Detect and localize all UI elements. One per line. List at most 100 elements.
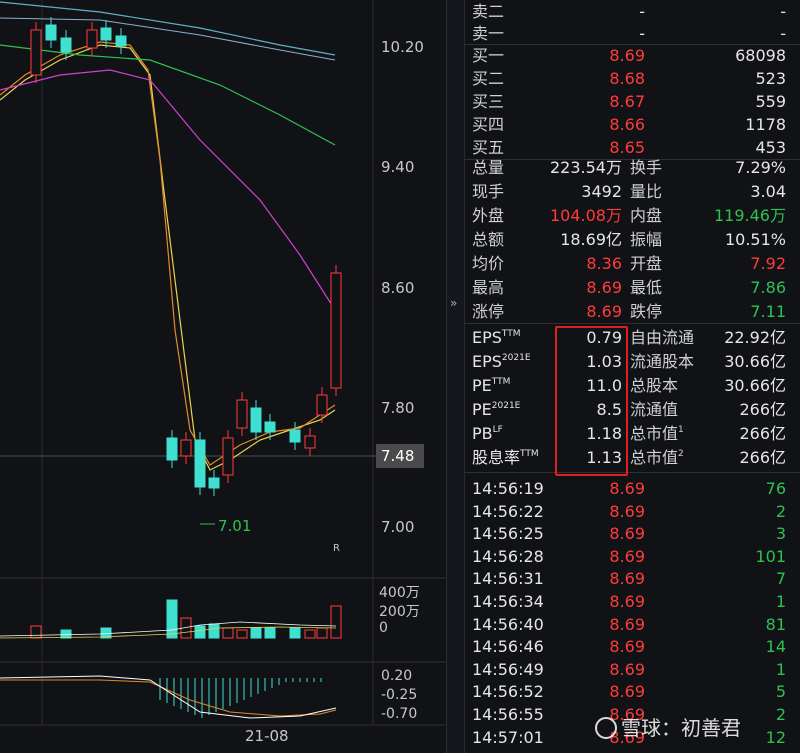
tick-volume: 14 [765, 637, 786, 657]
tick-row[interactable]: 14:56:40 8.69 81 [465, 613, 800, 637]
candle-down [60, 37, 72, 53]
kline-chart-canvas[interactable] [0, 0, 446, 753]
volume-bar [166, 599, 178, 639]
tick-row[interactable]: 14:56:52 8.69 5 [465, 680, 800, 704]
candle-up [30, 29, 42, 76]
candle-down [166, 437, 178, 461]
highlight-box [555, 326, 628, 476]
stat-label: 开盘 [630, 254, 663, 273]
tick-time: 14:56:40 [472, 614, 544, 634]
stat-label: 跌停 [630, 302, 663, 321]
bid-label: 买四 [472, 115, 505, 134]
volume-bar [264, 627, 276, 639]
macd-dif-line [0, 675, 337, 719]
tick-row[interactable]: 14:56:28 8.69 101 [465, 545, 800, 569]
candle-down [264, 421, 276, 433]
metric-label: 自由流通 [630, 328, 695, 347]
bid-price: 8.67 [609, 92, 645, 111]
tick-price: 8.69 [609, 569, 645, 589]
candle-down [289, 429, 301, 443]
candle-up [222, 437, 234, 476]
volume-bar [289, 627, 301, 639]
tick-row[interactable]: 14:56:46 8.69 14 [465, 635, 800, 659]
snowball-logo-icon [595, 717, 617, 739]
bid-label: 买三 [472, 92, 505, 111]
divider [465, 472, 800, 473]
metric-value: 266亿 [739, 448, 786, 467]
tick-price: 8.69 [609, 524, 645, 544]
current-price-marker: 7.48 [376, 444, 424, 468]
metric-label: 总市值1 [630, 424, 684, 443]
macd-axis-label: -0.70 [381, 706, 418, 722]
stat-value: 3.04 [750, 182, 786, 201]
tick-volume: 81 [765, 614, 786, 634]
candle-up [86, 29, 98, 49]
order-book-ask-row[interactable]: 卖二 - - [465, 0, 800, 24]
macd-axis-label: -0.25 [381, 687, 418, 703]
metric-label: EPS2021E [472, 352, 531, 371]
tick-row[interactable]: 14:56:34 8.69 1 [465, 590, 800, 614]
stats-row: 最高 8.69 最低 7.86 [465, 276, 800, 300]
order-book-bid-row[interactable]: 买一 8.69 68098 [465, 44, 800, 68]
metric-label: EPSTTM [472, 328, 521, 347]
order-book-bid-row[interactable]: 买四 8.66 1178 [465, 113, 800, 137]
fundamentals-row: PBLF 1.18 总市值1 266亿 [465, 422, 800, 446]
stat-value: 104.08万 [550, 206, 622, 225]
stat-value: 3492 [581, 182, 622, 201]
fundamentals-row: PETTM 11.0 总股本 30.66亿 [465, 374, 800, 398]
stat-value: 223.54万 [550, 158, 622, 177]
metric-label: 总市值2 [630, 448, 684, 467]
double-chevron-right-icon[interactable]: » [450, 296, 457, 310]
metric-value: 30.66亿 [724, 376, 786, 395]
stat-value: 8.36 [586, 254, 622, 273]
tick-row[interactable]: 14:56:25 8.69 3 [465, 522, 800, 546]
expand-panel-toggle[interactable]: » [446, 0, 465, 753]
tick-time: 14:56:22 [472, 501, 544, 521]
stat-value: 7.92 [750, 254, 786, 273]
kline-chart[interactable]: 10.20 9.40 8.60 7.80 7.00 7.48 7.01 R 40… [0, 0, 446, 753]
candle-down [250, 407, 262, 433]
tick-volume: 5 [775, 682, 786, 702]
divider [465, 323, 800, 324]
bid-price: 8.66 [609, 115, 645, 134]
stat-label: 外盘 [472, 206, 505, 225]
stat-label: 最低 [630, 278, 663, 297]
candle-down [100, 27, 112, 41]
ask-label: 卖一 [472, 24, 505, 43]
candle-up [180, 439, 192, 457]
tick-price: 8.69 [609, 546, 645, 566]
fundamentals-row: PE2021E 8.5 流通值 266亿 [465, 398, 800, 422]
ask-price: - [639, 24, 645, 43]
stat-label: 现手 [472, 182, 505, 201]
tick-row[interactable]: 14:56:49 8.69 1 [465, 658, 800, 682]
macd-dea-line [0, 679, 337, 717]
fundamentals-row: 股息率TTM 1.13 总市值2 266亿 [465, 446, 800, 470]
metric-label: 总股本 [630, 376, 679, 395]
ask-price: - [639, 2, 645, 21]
tick-time: 14:56:49 [472, 659, 544, 679]
stat-label: 内盘 [630, 206, 663, 225]
tick-row[interactable]: 14:56:22 8.69 2 [465, 500, 800, 524]
metric-value: 266亿 [739, 424, 786, 443]
order-book-bid-row[interactable]: 买三 8.67 559 [465, 90, 800, 114]
bid-price: 8.68 [609, 69, 645, 88]
tick-row[interactable]: 14:56:31 8.69 7 [465, 567, 800, 591]
stats-row: 总额 18.69亿 振幅 10.51% [465, 228, 800, 252]
tick-volume: 3 [775, 524, 786, 544]
tick-volume: 2 [775, 705, 786, 724]
bid-volume: 1178 [745, 115, 786, 134]
tick-price: 8.69 [609, 637, 645, 657]
candle-up [236, 399, 248, 429]
metric-label: 流通股本 [630, 352, 695, 371]
order-book-bid-row[interactable]: 买二 8.68 523 [465, 67, 800, 91]
ask-label: 卖二 [472, 2, 505, 21]
order-book-ask-row[interactable]: 卖一 - - [465, 22, 800, 46]
volume-bar [30, 625, 42, 639]
volume-bar [222, 627, 234, 639]
stat-value: 7.29% [735, 158, 786, 177]
volume-axis-label: 0 [379, 620, 388, 636]
volume-axis-label: 400万 [379, 585, 420, 601]
tick-volume: 7 [775, 569, 786, 589]
metric-value: 22.92亿 [724, 328, 786, 347]
tick-row[interactable]: 14:56:19 8.69 76 [465, 477, 800, 501]
